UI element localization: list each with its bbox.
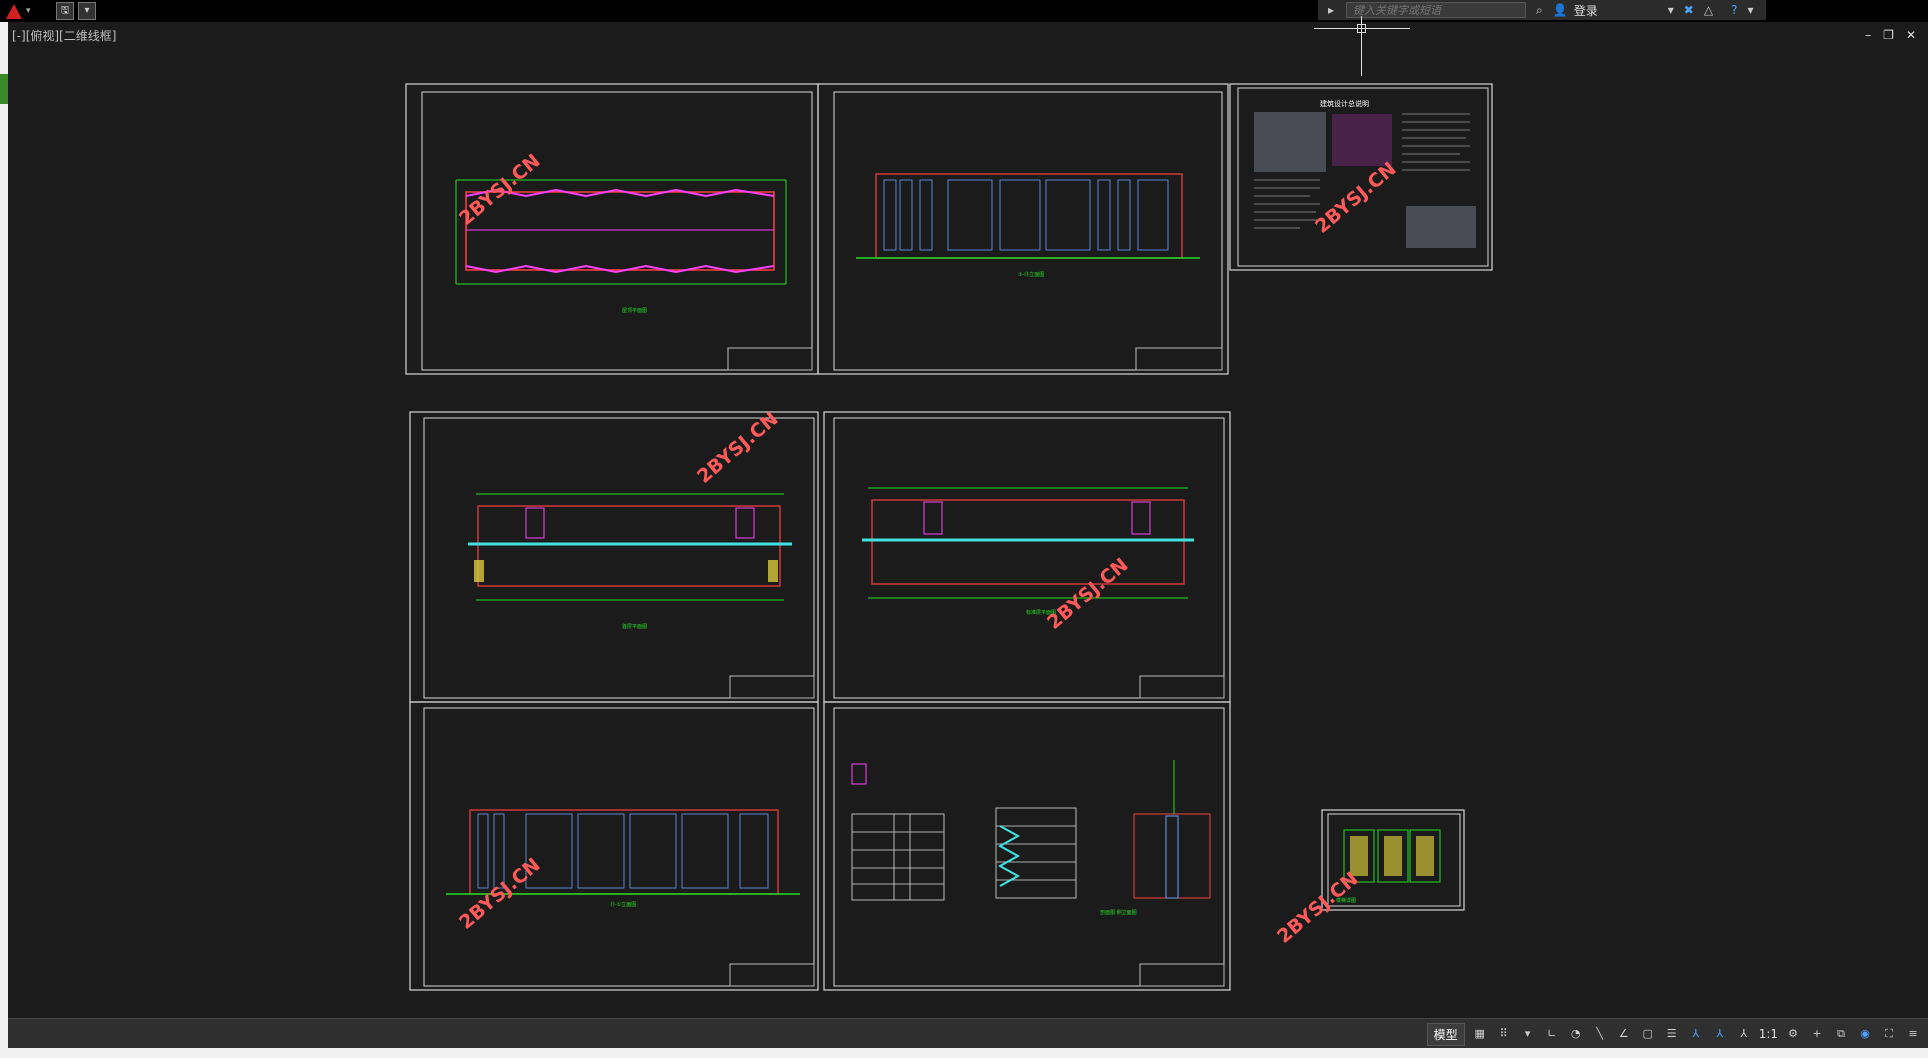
status-bar: 模型 ▦ ⠿ ▾ ∟ ◔ ╲ ∠ ▢ ☰ ⅄ ⅄ ⅄ 1:1 ⚙ + ⧉ ◉ ⛶… [8,1018,1928,1049]
sheet-design-notes[interactable]: 建筑设计总说明 [1229,83,1493,271]
sheet-sections[interactable]: 剖面图 侧立面图 [823,701,1231,991]
polar-icon[interactable]: ◔ [1567,1025,1585,1043]
sheet-title: ①-⑬立面图 [1018,271,1044,278]
sheet-title: 剖面图 侧立面图 [1100,909,1137,916]
status-bar-tools: 模型 ▦ ⠿ ▾ ∟ ◔ ╲ ∠ ▢ ☰ ⅄ ⅄ ⅄ 1:1 ⚙ + ⧉ ◉ ⛶… [1426,1021,1928,1047]
ortho-icon[interactable]: ∟ [1543,1025,1561,1043]
sheet-title: 建筑设计总说明 [1320,99,1369,108]
osnap-icon[interactable]: ╲ [1591,1025,1609,1043]
watermark-text: 2BYSJ.CN [455,150,544,230]
clean-screen-icon[interactable]: ⛶ [1880,1025,1898,1043]
isolate-icon[interactable]: ⧉ [1832,1025,1850,1043]
otrack-icon[interactable]: ∠ [1615,1025,1633,1043]
sheet-rear-elevation[interactable]: ⑬-①立面图 [409,701,819,991]
watermark-text: 2BYSJ.CN [693,408,782,488]
bottom-edge [0,1048,1928,1058]
settings-icon[interactable]: ⚙ [1784,1025,1802,1043]
sheet-ground-floor-plan[interactable]: 首层平面图 [409,411,819,703]
annotation-scale-icon[interactable]: ⅄ [1687,1025,1705,1043]
grid-icon[interactable]: ▦ [1471,1025,1489,1043]
snap-dropdown-icon[interactable]: ▾ [1519,1025,1537,1043]
model-space-button[interactable]: 模型 [1426,1022,1465,1046]
watermark-text: 2BYSJ.CN [1273,868,1362,948]
annotation-scale[interactable]: 1:1 [1759,1027,1778,1041]
isodraft-icon[interactable]: ▢ [1639,1025,1657,1043]
lineweight-icon[interactable]: ☰ [1663,1025,1681,1043]
annotation-visibility-icon[interactable]: ⅄ [1711,1025,1729,1043]
sheet-front-elevation[interactable]: ①-⑬立面图 [817,83,1229,375]
sheet-typical-floor-plan[interactable]: 标准层平面图 [823,411,1231,703]
watermark-text: 2BYSJ.CN [1043,554,1132,634]
menu-icon[interactable]: ≡ [1904,1025,1922,1043]
sheet-title: ⑬-①立面图 [610,901,636,908]
drawing-canvas[interactable]: 屋顶平面图 ①-⑬立面图 建筑设计总说明 首层平面图 标准层平面图 ⑬-①立面图… [0,0,1928,1058]
snap-icon[interactable]: ⠿ [1495,1025,1513,1043]
sheet-title: 首层平面图 [622,623,647,630]
plus-icon[interactable]: + [1808,1025,1826,1043]
hardware-acceleration-icon[interactable]: ◉ [1856,1025,1874,1043]
auto-scale-icon[interactable]: ⅄ [1735,1025,1753,1043]
sheet-title: 屋顶平面图 [622,308,647,314]
